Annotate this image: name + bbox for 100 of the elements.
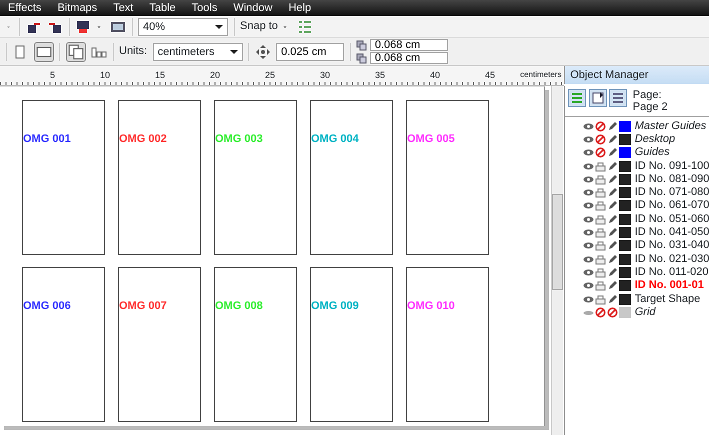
printer-icon[interactable] [595,214,606,225]
layer-name[interactable]: ID No. 081-090 [634,172,709,186]
color-swatch[interactable] [619,306,631,318]
printer-icon[interactable] [595,200,606,212]
color-swatch[interactable] [619,266,631,278]
layer-name[interactable]: ID No. 011-020 [634,266,709,279]
publish-icon[interactable] [75,18,91,34]
eye-icon[interactable] [583,200,594,212]
card-label: OMG 005 [407,133,455,145]
offset-x-icon [356,40,368,50]
layer-manager-button[interactable] [609,88,628,107]
eye-icon[interactable] [583,240,594,252]
pencil-icon[interactable] [607,200,618,212]
pencil-icon[interactable] [607,227,618,238]
pencil-icon[interactable] [607,280,618,292]
snap-to-button[interactable]: Snap to [240,18,278,35]
no-print-icon[interactable] [595,306,606,318]
color-swatch[interactable] [619,187,631,198]
layer-name[interactable]: ID No. 041-050 [634,226,709,240]
pencil-icon[interactable] [607,147,618,158]
color-swatch[interactable] [619,147,631,158]
list-icon [611,90,626,105]
menu-item[interactable]: Tools [184,0,226,16]
pencil-icon[interactable] [607,254,618,265]
no-print-icon[interactable] [595,147,606,158]
color-swatch[interactable] [619,120,631,132]
scroll-thumb[interactable] [552,194,563,290]
pencil-icon[interactable] [607,134,618,145]
card-label: OMG 010 [407,300,455,312]
layer-name[interactable]: ID No. 061-070 [634,199,709,212]
pencil-icon[interactable] [607,266,618,278]
printer-icon[interactable] [595,160,606,172]
color-swatch[interactable] [619,200,631,212]
menu-item[interactable]: Help [280,0,320,16]
layer-name[interactable]: Grid [634,306,656,319]
offset-x-field[interactable]: 0.068 cm [370,39,448,51]
printer-icon[interactable] [595,187,606,198]
nudge-field[interactable]: 0.025 cm [276,42,344,60]
scrollbar[interactable] [551,86,563,435]
eye-icon[interactable] [583,227,594,238]
printer-icon[interactable] [595,254,606,265]
printer-icon[interactable] [595,294,606,304]
printer-icon[interactable] [595,174,606,185]
color-swatch[interactable] [619,254,631,265]
printer-icon[interactable] [595,280,606,292]
eye-icon[interactable] [583,214,594,225]
color-swatch[interactable] [619,294,631,304]
pencil-icon[interactable] [607,174,618,185]
pencil-icon[interactable] [607,240,618,252]
layer-name[interactable]: Guides [634,146,670,160]
menu-item[interactable]: Effects [0,0,50,16]
menu-item[interactable]: Text [105,0,142,16]
new-master-layer-button[interactable] [588,88,606,107]
color-swatch[interactable] [619,160,631,172]
card-label: OMG 007 [119,300,167,312]
eye-icon[interactable] [583,254,594,265]
menu-item[interactable]: Window [225,0,280,16]
all-pages-icon[interactable] [66,42,86,62]
color-swatch[interactable] [619,280,631,292]
layer-name[interactable]: ID No. 071-080 [634,186,709,200]
eye-icon[interactable] [583,174,594,185]
pencil-icon[interactable] [607,294,618,304]
color-swatch[interactable] [619,227,631,238]
color-swatch[interactable] [619,134,631,145]
layer-name[interactable]: Desktop [634,132,676,146]
printer-icon[interactable] [595,227,606,238]
layer-name[interactable]: ID No. 051-060 [634,212,709,226]
card-label: OMG 002 [119,133,167,145]
eye-icon[interactable] [583,187,594,198]
pencil-icon[interactable] [607,160,618,172]
no-edit-icon[interactable] [607,306,618,318]
no-print-icon[interactable] [595,120,606,132]
eye-icon[interactable] [583,160,594,172]
eye-icon[interactable] [583,134,594,145]
eye-icon[interactable] [583,280,594,292]
units-dropdown[interactable]: centimeters [152,42,243,60]
menu-item[interactable]: Table [141,0,184,16]
layer-name[interactable]: ID No. 021-030 [634,252,709,266]
eye-icon[interactable] [583,120,594,132]
color-swatch[interactable] [619,214,631,225]
eye-icon[interactable] [583,147,594,158]
no-print-icon[interactable] [595,134,606,145]
menu-item[interactable]: Bitmaps [49,0,106,16]
layer-name[interactable]: Master Guides [634,120,706,133]
printer-icon[interactable] [595,240,606,252]
pencil-icon[interactable] [607,120,618,132]
layer-name[interactable]: ID No. 001-01 [634,279,704,292]
layer-name[interactable]: ID No. 031-040 [634,239,709,252]
layer-name[interactable]: Target Shape [634,292,700,306]
printer-icon[interactable] [595,266,606,278]
layer-name[interactable]: ID No. 091-100 [634,160,709,173]
landscape-page-icon[interactable] [34,42,54,62]
color-swatch[interactable] [619,174,631,185]
offset-y-field[interactable]: 0.068 cm [370,52,448,64]
color-swatch[interactable] [619,240,631,252]
pencil-icon[interactable] [607,214,618,225]
eye-icon[interactable] [583,294,594,304]
zoom-dropdown[interactable]: 40% [138,18,228,36]
pencil-icon[interactable] [607,187,618,198]
eye-icon[interactable] [583,266,594,278]
